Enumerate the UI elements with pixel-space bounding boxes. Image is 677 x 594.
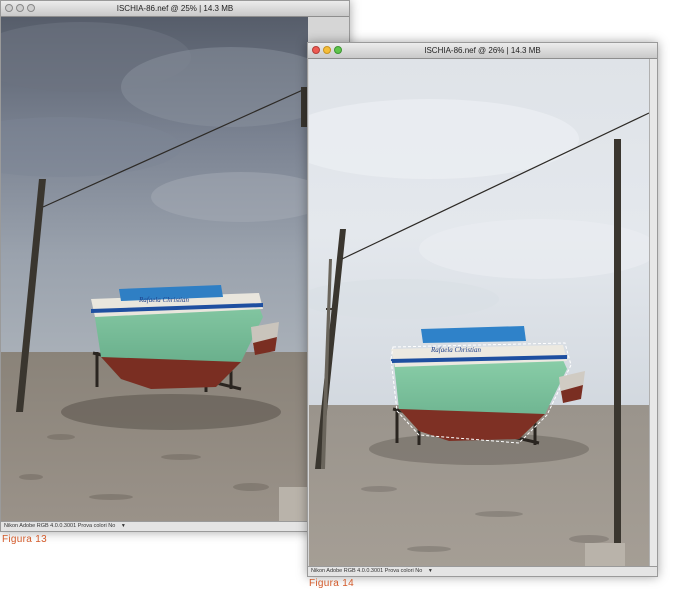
caption-figura-13: Figura 13 [2, 534, 47, 545]
caption-figura-14: Figura 14 [309, 578, 354, 589]
boat-name-1: Rafaela Christian [138, 296, 189, 304]
photo-window-2[interactable]: ISCHIA-86.nef @ 26% | 14.3 MB Rafaela Ch… [307, 42, 658, 577]
window-2-title: ISCHIA-86.nef @ 26% | 14.3 MB [424, 46, 541, 55]
photo-window-1[interactable]: ISCHIA-86.nef @ 25% | 14.3 MB Rafaela Ch… [0, 0, 350, 532]
window-1-statusbar: Nikon Adobe RGB 4.0.0.3001 Prova colori … [1, 521, 349, 531]
boat-name-2: Rafaela Christian [430, 346, 481, 354]
minimize-button[interactable] [16, 4, 24, 12]
window-2-statusbar: Nikon Adobe RGB 4.0.0.3001 Prova colori … [308, 566, 657, 576]
zoom-button[interactable] [27, 4, 35, 12]
window-2-status-text: Nikon Adobe RGB 4.0.0.3001 Prova colori … [311, 568, 423, 574]
vertical-scrollbar[interactable] [649, 59, 657, 568]
photo-image-1: Rafaela Christian [1, 17, 308, 523]
window-1-controls [5, 4, 35, 12]
status-menu-arrow-icon[interactable]: ▼ [121, 522, 126, 531]
status-menu-arrow-icon[interactable]: ▼ [428, 567, 433, 576]
photo-image-2: Rafaela Christian [309, 59, 650, 568]
photo-canvas-2[interactable]: Rafaela Christian [309, 59, 650, 568]
window-2-controls [312, 46, 342, 54]
window-1-title: ISCHIA-86.nef @ 25% | 14.3 MB [116, 4, 234, 13]
zoom-button[interactable] [334, 46, 342, 54]
close-button[interactable] [312, 46, 320, 54]
window-2-titlebar[interactable]: ISCHIA-86.nef @ 26% | 14.3 MB [308, 43, 657, 59]
minimize-button[interactable] [323, 46, 331, 54]
close-button[interactable] [5, 4, 13, 12]
photo-canvas-1[interactable]: Rafaela Christian [1, 17, 308, 523]
window-1-titlebar[interactable]: ISCHIA-86.nef @ 25% | 14.3 MB [1, 1, 349, 17]
window-1-status-text: Nikon Adobe RGB 4.0.0.3001 Prova colori … [4, 523, 116, 529]
